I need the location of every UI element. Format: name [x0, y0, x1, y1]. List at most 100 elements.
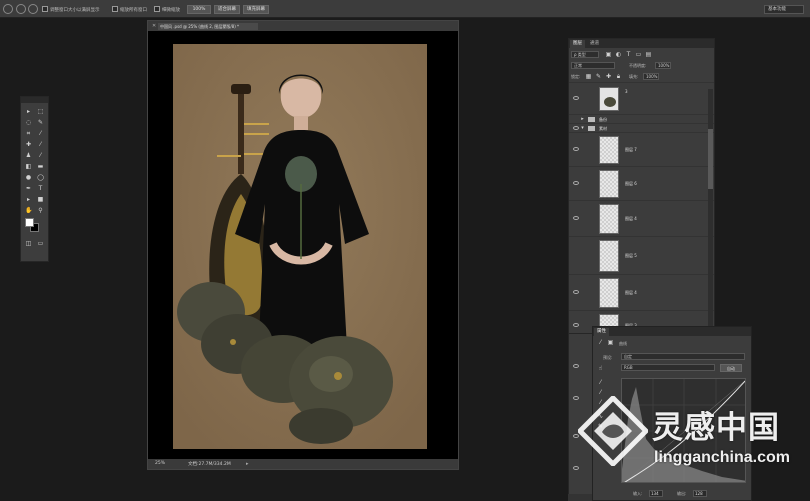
curve-point-tool-icon[interactable]: ∿: [597, 413, 604, 420]
visibility-eye-icon[interactable]: [573, 364, 579, 368]
filter-smart-icon[interactable]: ▤: [645, 51, 652, 58]
layer-row[interactable]: 图层 4: [569, 200, 714, 236]
visibility-eye-icon[interactable]: [573, 216, 579, 220]
layer-row[interactable]: 图层 6: [569, 166, 714, 200]
lock-all-icon[interactable]: 🔒︎: [615, 73, 622, 80]
filter-shape-icon[interactable]: ▭: [635, 51, 642, 58]
layer-row[interactable]: 图层 5: [569, 236, 714, 274]
fill-screen-button[interactable]: 填充屏幕: [243, 5, 269, 14]
pen-tool-icon[interactable]: ✒: [25, 185, 32, 192]
document-tab[interactable]: 中国风 .psd @ 25% (曲线 2, 图层蒙版/8) *: [158, 23, 258, 30]
sample-gray-eyedropper-icon[interactable]: ⁄: [597, 389, 604, 396]
eyedropper-tool-icon[interactable]: ⁄: [37, 130, 44, 137]
path-select-tool-icon[interactable]: ▸: [25, 196, 32, 203]
filter-adjust-icon[interactable]: ◐: [615, 51, 622, 58]
move-tool-icon[interactable]: ▸: [25, 108, 32, 115]
quick-mask-icon[interactable]: ◫: [25, 240, 32, 247]
filter-pixel-icon[interactable]: ▣: [605, 51, 612, 58]
layer-mask-icon[interactable]: ▣: [607, 339, 614, 346]
visibility-eye-icon[interactable]: [573, 466, 579, 470]
clone-stamp-tool-icon[interactable]: ♟: [25, 152, 32, 159]
preset-select[interactable]: 自定: [621, 353, 745, 360]
shape-tool-icon[interactable]: ■: [37, 196, 44, 203]
status-menu-arrow-icon[interactable]: ▸: [246, 461, 249, 467]
brush-tool-icon[interactable]: ⁄: [37, 141, 44, 148]
history-brush-tool-icon[interactable]: ⁄: [37, 152, 44, 159]
artwork-illustration: [173, 44, 427, 449]
group-row[interactable]: ▾ 素材: [569, 123, 714, 132]
canvas-artwork[interactable]: [173, 44, 427, 449]
group-collapse-icon[interactable]: ▾: [579, 125, 586, 132]
blur-tool-icon[interactable]: ●: [25, 174, 32, 181]
input-value-field[interactable]: 134: [649, 490, 663, 497]
folder-icon: [588, 117, 595, 122]
visibility-eye-icon[interactable]: [573, 96, 579, 100]
layer-row[interactable]: 图层 7: [569, 132, 714, 166]
resize-windows-checkbox[interactable]: [42, 6, 48, 12]
sample-white-eyedropper-icon[interactable]: ⁄: [597, 399, 604, 406]
zoom-in-icon[interactable]: [16, 4, 26, 14]
pencil-curve-tool-icon[interactable]: ✎: [597, 423, 604, 430]
tab-layers[interactable]: 图层: [570, 40, 585, 48]
zoom-100-button[interactable]: 100%: [187, 5, 211, 14]
visibility-eye-icon[interactable]: [573, 290, 579, 294]
zoom-out-icon[interactable]: [28, 4, 38, 14]
auto-button[interactable]: 自动: [720, 364, 742, 372]
fill-label: 填充:: [629, 74, 639, 79]
zoom-level[interactable]: 25%: [155, 461, 165, 466]
layer-filter-select[interactable]: ρ 类型: [571, 51, 599, 58]
hand-tool-icon[interactable]: ✋: [25, 207, 32, 214]
tab-channels[interactable]: 通道: [587, 40, 602, 48]
input-label: 输入:: [633, 491, 643, 496]
visibility-eye-icon[interactable]: [573, 396, 579, 400]
foreground-color-swatch[interactable]: [25, 218, 34, 227]
visibility-eye-icon[interactable]: [573, 181, 579, 185]
layers-scrollbar[interactable]: [708, 89, 713, 329]
group-expand-icon[interactable]: ▸: [579, 116, 586, 123]
lock-pixels-icon[interactable]: ✎: [595, 73, 602, 80]
group-row[interactable]: ▸ 备份: [569, 114, 714, 123]
layers-panel-tabs: 图层 通道: [569, 39, 714, 48]
fill-input[interactable]: 100%: [643, 73, 659, 80]
lasso-tool-icon[interactable]: ◌: [25, 119, 32, 126]
layer-thumbnail: [599, 278, 619, 308]
filter-type-icon[interactable]: T: [625, 51, 632, 58]
gradient-tool-icon[interactable]: ▬: [37, 163, 44, 170]
output-label: 输出:: [677, 491, 687, 496]
type-tool-icon[interactable]: T: [37, 185, 44, 192]
workspace-select[interactable]: 基本功能: [764, 5, 804, 14]
lock-position-icon[interactable]: ✚: [605, 73, 612, 80]
channel-select[interactable]: RGB: [621, 364, 715, 371]
layer-name: 图层 4: [625, 216, 637, 221]
screen-mode-icon[interactable]: ▭: [37, 240, 44, 247]
fit-screen-button[interactable]: 适合屏幕: [214, 5, 240, 14]
lock-transparency-icon[interactable]: ▦: [585, 73, 592, 80]
layers-scrollbar-thumb[interactable]: [708, 129, 713, 189]
close-document-icon[interactable]: ✕: [152, 23, 156, 29]
blend-mode-select[interactable]: 正常: [571, 62, 615, 69]
zoom-tool-icon[interactable]: [3, 4, 13, 14]
quick-select-tool-icon[interactable]: ✎: [37, 119, 44, 126]
healing-tool-icon[interactable]: ✚: [25, 141, 32, 148]
layer-row[interactable]: 图层 4: [569, 274, 714, 310]
output-value-field[interactable]: 128: [693, 490, 707, 497]
tools-panel-grip[interactable]: [21, 97, 48, 103]
scrubby-zoom-label: 细微缩放: [162, 8, 180, 13]
visibility-eye-icon[interactable]: [573, 147, 579, 151]
layer-row[interactable]: 3: [569, 82, 714, 114]
curves-graph[interactable]: [621, 378, 746, 483]
eraser-tool-icon[interactable]: ◧: [25, 163, 32, 170]
sample-black-eyedropper-icon[interactable]: ⁄: [597, 379, 604, 386]
zoom-all-windows-checkbox[interactable]: [112, 6, 118, 12]
target-adjust-icon[interactable]: ☝: [597, 365, 604, 372]
visibility-eye-icon[interactable]: [573, 434, 579, 438]
crop-tool-icon[interactable]: ⌗: [25, 130, 32, 137]
visibility-eye-icon[interactable]: [573, 323, 579, 327]
marquee-tool-icon[interactable]: ⬚: [37, 108, 44, 115]
dodge-tool-icon[interactable]: ◯: [37, 174, 44, 181]
layer-thumbnail: [599, 170, 619, 198]
scrubby-zoom-checkbox[interactable]: [154, 6, 160, 12]
tab-properties[interactable]: 属性: [594, 328, 609, 336]
zoom-tool-panel-icon[interactable]: ⚲: [37, 207, 44, 214]
opacity-input[interactable]: 100%: [655, 62, 671, 69]
